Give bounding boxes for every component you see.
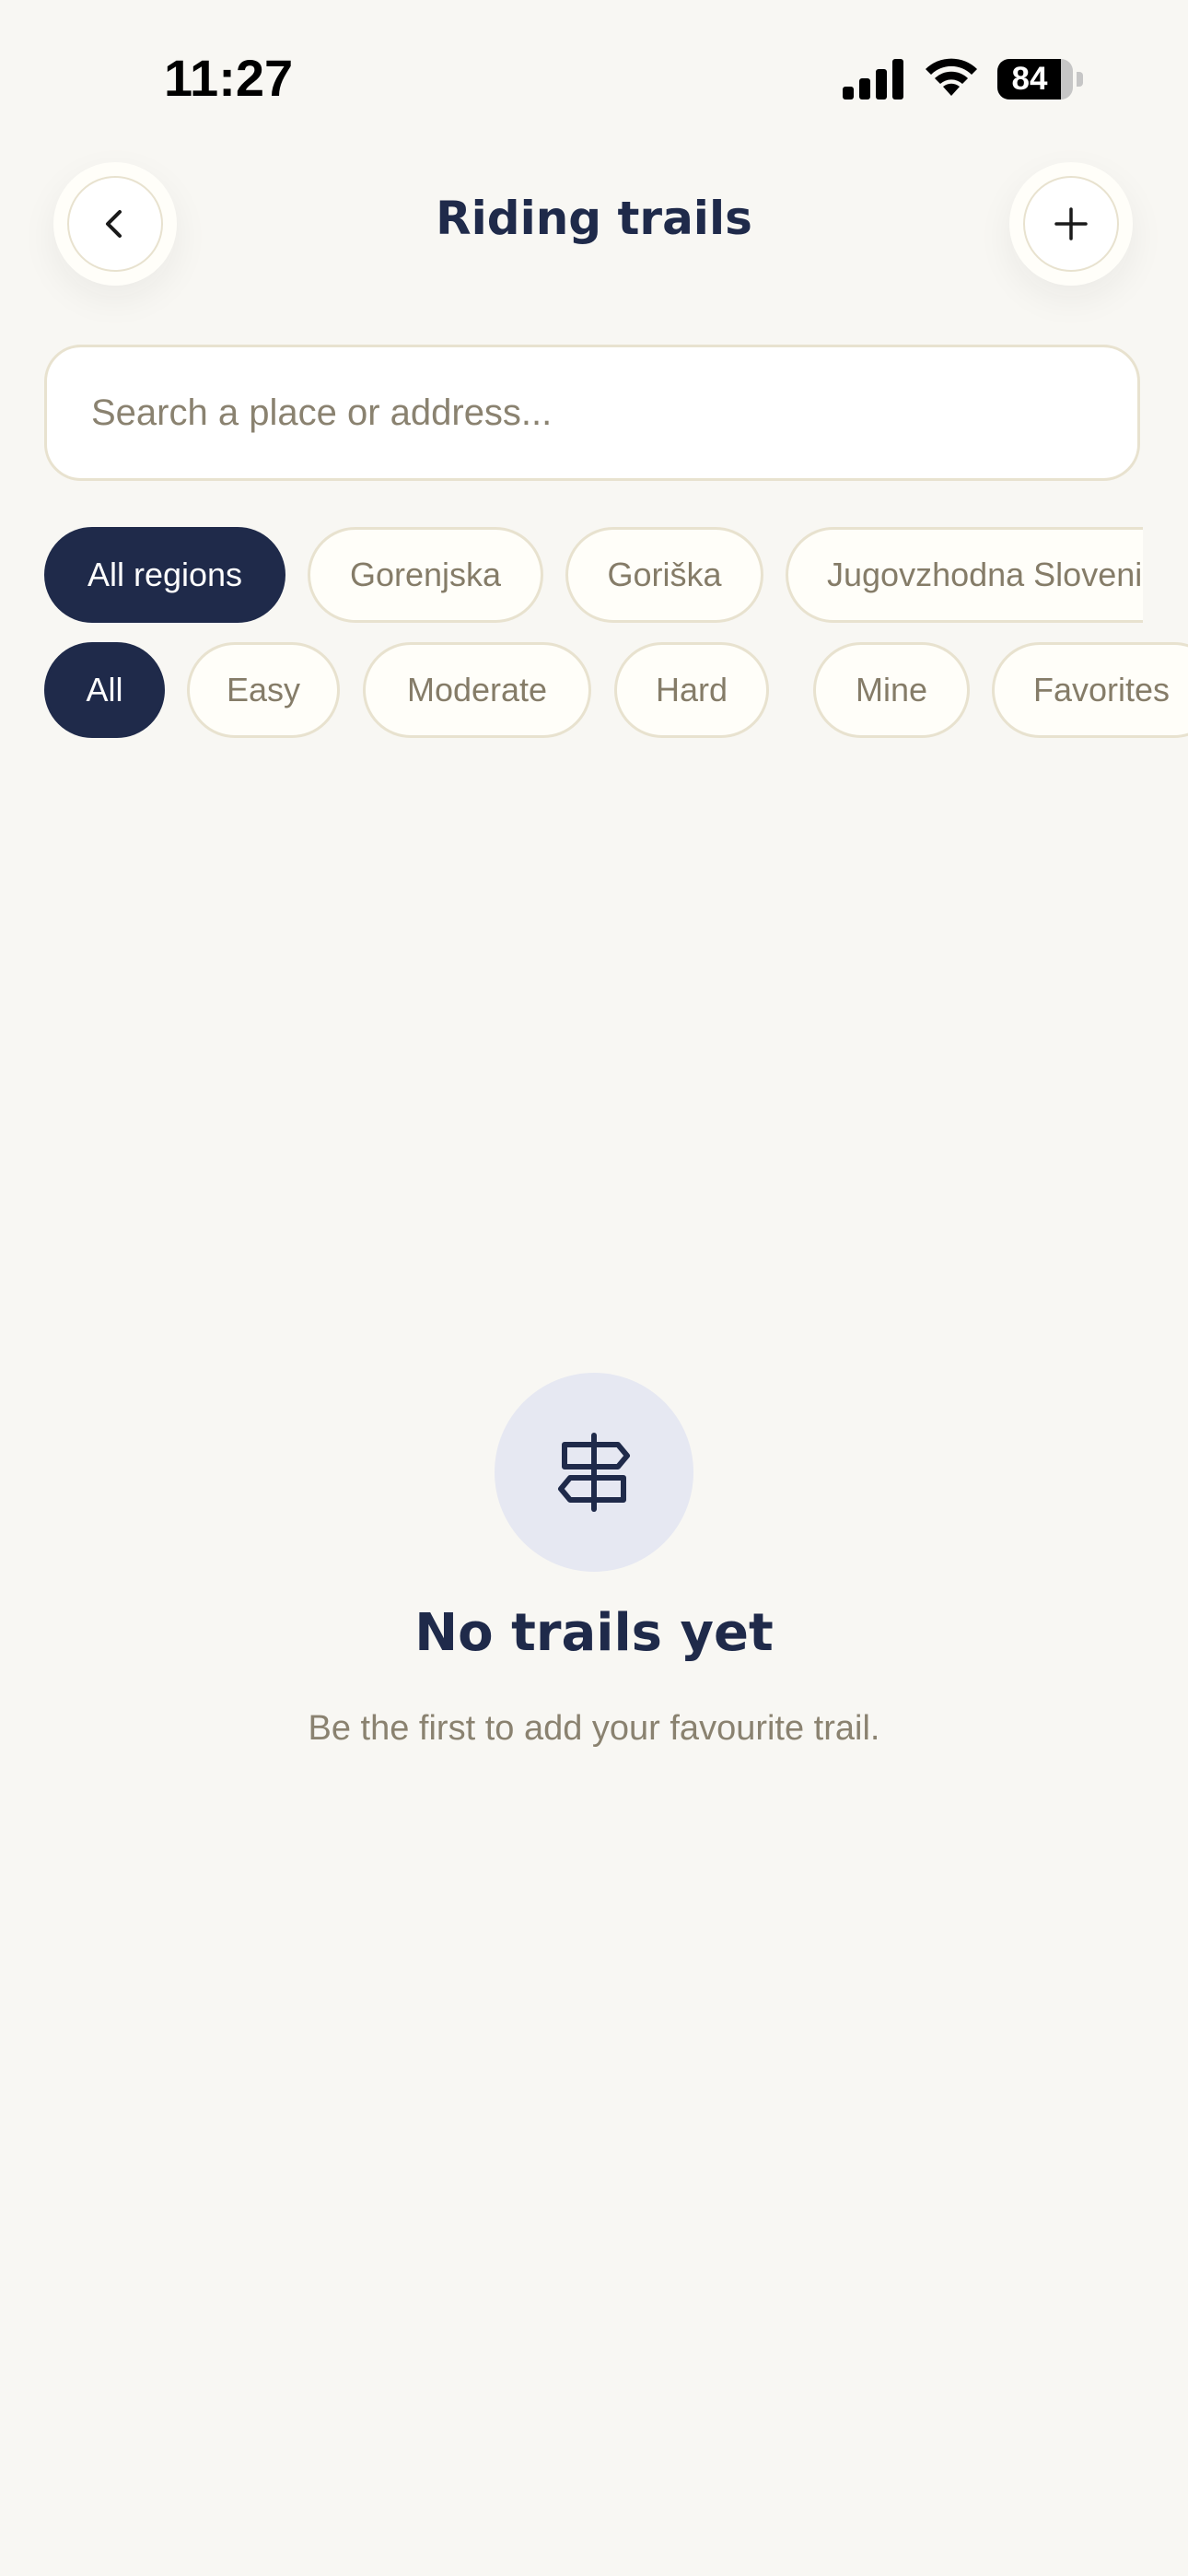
chip-label: Easy <box>226 671 301 708</box>
empty-state-title: No trails yet <box>414 1603 774 1663</box>
region-filter-row: All regions Gorenjska Goriška Jugovzhodn… <box>0 527 1188 623</box>
chip-label: Moderate <box>406 671 548 708</box>
signpost-icon <box>558 1433 630 1512</box>
chip-favorites[interactable]: Favorites <box>992 642 1188 738</box>
chip-region-gorenjska[interactable]: Gorenjska <box>308 527 543 623</box>
chip-label: Mine <box>855 671 928 708</box>
difficulty-filter-row: All Easy Moderate Hard Mine Favorites <box>0 642 1188 738</box>
chip-region-jugovzhodna-slovenija[interactable]: Jugovzhodna Sloveni <box>786 527 1143 623</box>
empty-state-subtitle: Be the first to add your favourite trail… <box>308 1709 880 1748</box>
chip-label: Hard <box>655 671 728 708</box>
signal-icon <box>843 59 903 100</box>
chip-region-all[interactable]: All regions <box>44 527 285 623</box>
chip-label: All <box>86 671 123 708</box>
chip-label: All regions <box>87 556 243 593</box>
wifi-icon <box>926 58 977 96</box>
chip-label: Favorites <box>1033 671 1171 708</box>
chip-label: Goriška <box>607 556 722 593</box>
chip-level-moderate[interactable]: Moderate <box>363 642 591 738</box>
chip-region-goriska[interactable]: Goriška <box>565 527 763 623</box>
chip-mine[interactable]: Mine <box>813 642 970 738</box>
search-box <box>44 345 1140 481</box>
chip-level-easy[interactable]: Easy <box>187 642 340 738</box>
chip-label: Jugovzhodna Sloveni <box>827 556 1143 593</box>
status-time: 11:27 <box>164 49 294 107</box>
battery-level: 84 <box>1011 61 1048 97</box>
chip-level-hard[interactable]: Hard <box>614 642 769 738</box>
battery-icon: 84 <box>997 59 1084 100</box>
add-trail-button[interactable] <box>1009 162 1133 286</box>
chip-level-all[interactable]: All <box>44 642 165 738</box>
status-bar: 11:27 84 <box>0 0 1188 157</box>
chip-label: Gorenjska <box>349 556 502 593</box>
empty-state-icon-circle <box>495 1373 693 1572</box>
plus-icon <box>1054 207 1088 240</box>
search-input[interactable] <box>47 347 1137 478</box>
